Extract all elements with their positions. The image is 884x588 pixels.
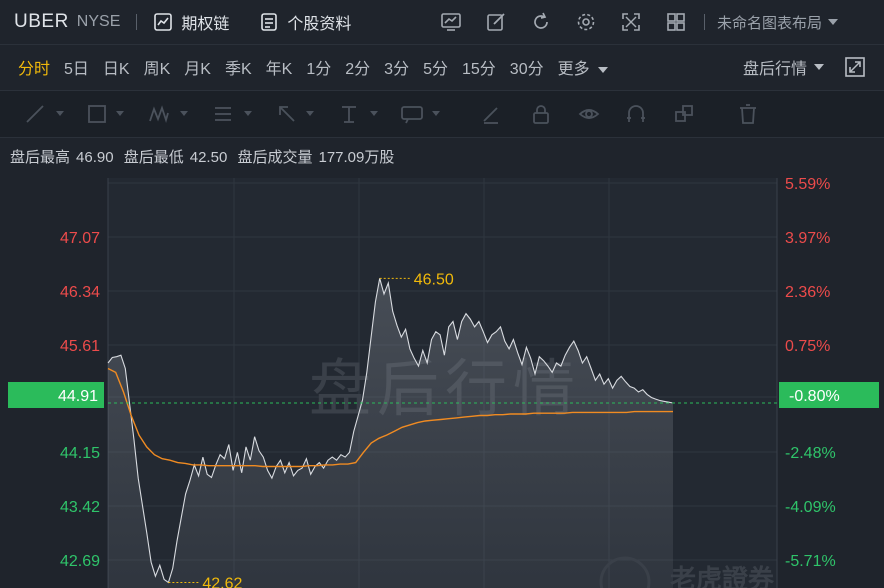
high-label: 盘后最高	[10, 149, 71, 166]
tf-5day[interactable]: 5日	[64, 55, 89, 79]
magnet-icon[interactable]	[625, 103, 647, 125]
chart-trend-icon[interactable]	[436, 7, 466, 37]
rectangle-tool-icon[interactable]	[86, 103, 108, 125]
chart-box-icon	[154, 13, 173, 31]
arrow-tool-icon[interactable]	[276, 103, 298, 125]
tf-quarterly[interactable]: 季K	[225, 55, 252, 79]
wave-tool-icon[interactable]	[148, 103, 170, 125]
caret-down-icon	[56, 111, 64, 116]
edit-icon[interactable]	[481, 7, 511, 37]
brush-tool-icon[interactable]	[480, 103, 502, 125]
tf-15min[interactable]: 15分	[462, 55, 496, 79]
logo-text: 老虎證券	[670, 564, 775, 588]
caret-down-icon	[370, 111, 378, 116]
tf-more[interactable]: 更多	[558, 55, 610, 79]
min-marker-label: 42.62	[202, 576, 242, 588]
exchange-label: NYSE	[76, 13, 121, 30]
caret-down-icon	[116, 111, 124, 116]
tf-daily[interactable]: 日K	[103, 55, 130, 79]
options-chain-link[interactable]: 期权链	[153, 10, 229, 34]
y-label-right: -5.71%	[785, 553, 836, 570]
grid-layout-icon[interactable]	[661, 7, 691, 37]
document-icon	[261, 13, 278, 31]
price-chart[interactable]: 盘后行情 46.5042.62 47.0746.3445.6144.1543.4…	[0, 168, 884, 588]
price-label-tool-icon[interactable]	[400, 103, 424, 125]
low-value: 42.50	[189, 149, 228, 166]
y-label-left: 47.07	[60, 230, 100, 247]
y-label-right: 5.59%	[785, 176, 830, 193]
settings-icon[interactable]	[571, 7, 601, 37]
caret-down-icon	[306, 111, 314, 116]
volume-label: 盘后成交量	[237, 149, 313, 166]
lock-icon[interactable]	[530, 103, 552, 125]
trendline-tool-icon[interactable]	[24, 103, 46, 125]
y-label-left: 46.34	[60, 284, 100, 301]
tf-30min[interactable]: 30分	[510, 55, 544, 79]
y-label-left: 43.42	[60, 499, 100, 516]
low-label: 盘后最低	[123, 149, 184, 166]
y-label-left: 44.15	[60, 445, 100, 462]
caret-down-icon	[828, 19, 839, 25]
trash-icon[interactable]	[737, 103, 759, 125]
ticker-symbol[interactable]: UBER	[14, 11, 69, 33]
tf-more-label: 更多	[557, 61, 590, 78]
y-label-left: 42.69	[60, 553, 100, 570]
high-value: 46.90	[76, 149, 114, 166]
caret-down-icon	[597, 66, 608, 73]
eye-icon[interactable]	[578, 103, 600, 125]
tf-monthly[interactable]: 月K	[184, 55, 211, 79]
tf-yearly[interactable]: 年K	[266, 55, 293, 79]
refresh-icon[interactable]	[526, 7, 556, 37]
y-label-right: -4.09%	[785, 499, 836, 516]
current-price-text: 44.91	[58, 388, 98, 405]
tf-1min[interactable]: 1分	[306, 55, 331, 79]
stock-profile-label: 个股资料	[287, 16, 352, 33]
timeframe-bar: 分时 5日 日K 周K 月K 季K 年K 1分 2分 3分 5分 15分 30分…	[0, 45, 884, 89]
y-label-right: 3.97%	[785, 230, 830, 247]
text-tool-icon[interactable]	[338, 103, 360, 125]
y-label-right: -2.48%	[785, 445, 836, 462]
layout-menu-label: 未命名图表布局	[717, 14, 823, 32]
caret-down-icon	[244, 111, 252, 116]
tf-2min[interactable]: 2分	[345, 55, 370, 79]
max-marker-label: 46.50	[414, 271, 454, 288]
duplicate-icon[interactable]	[673, 103, 695, 125]
divider	[704, 14, 705, 30]
session-menu-label: 盘后行情	[742, 61, 807, 78]
y-label-right: 2.36%	[785, 284, 830, 301]
caret-down-icon	[814, 64, 824, 70]
toolbar-icons	[436, 0, 706, 44]
caret-down-icon	[432, 111, 440, 116]
divider	[136, 14, 138, 30]
expand-icon[interactable]	[844, 56, 866, 78]
fullscreen-icon[interactable]	[616, 7, 646, 37]
fibonacci-tool-icon[interactable]	[212, 103, 234, 125]
session-stats: 盘后最高 46.90 盘后最低 42.50 盘后成交量 177.09万股	[10, 146, 400, 167]
volume-value: 177.09万股	[318, 149, 395, 166]
tf-intraday[interactable]: 分时	[18, 55, 50, 79]
stock-profile-link[interactable]: 个股资料	[259, 10, 351, 34]
tf-weekly[interactable]: 周K	[144, 55, 171, 79]
y-label-left: 45.61	[60, 338, 100, 355]
drawing-toolbar	[0, 90, 884, 138]
options-chain-label: 期权链	[181, 16, 230, 33]
layout-menu[interactable]: 未命名图表布局	[704, 0, 840, 44]
tf-5min[interactable]: 5分	[423, 55, 448, 79]
tf-3min[interactable]: 3分	[384, 55, 409, 79]
y-label-right: 0.75%	[785, 338, 830, 355]
session-menu[interactable]: 盘后行情	[743, 45, 826, 89]
current-pct-text: -0.80%	[789, 388, 840, 405]
caret-down-icon	[180, 111, 188, 116]
